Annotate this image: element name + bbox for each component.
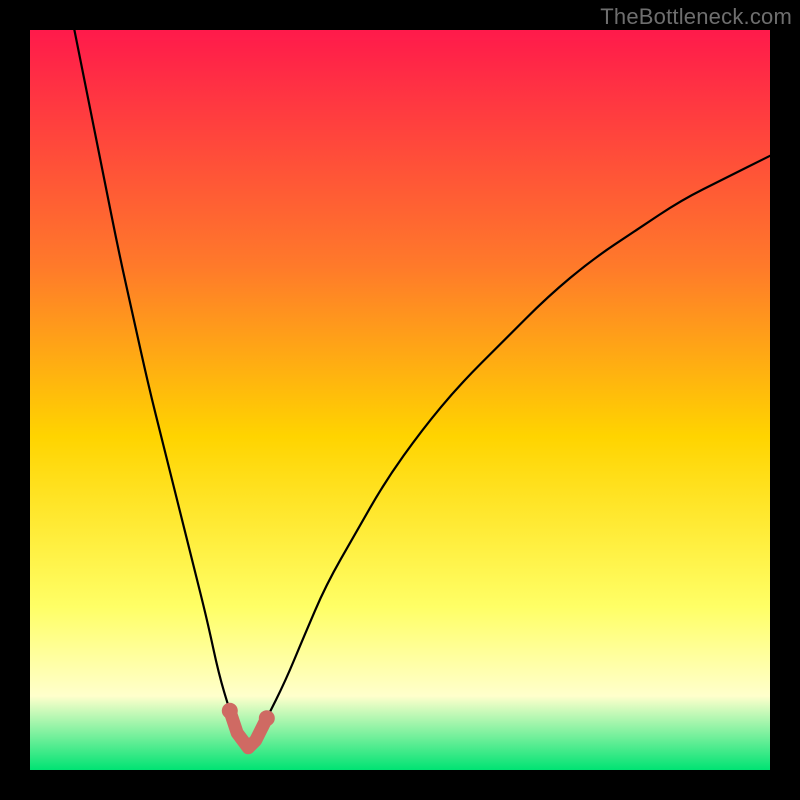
bottleneck-chart: [30, 30, 770, 770]
watermark-text: TheBottleneck.com: [600, 4, 792, 30]
chart-frame: TheBottleneck.com: [0, 0, 800, 800]
highlight-dot-left: [222, 703, 238, 719]
plot-area: [30, 30, 770, 770]
highlight-dot-right: [259, 710, 275, 726]
gradient-background: [30, 30, 770, 770]
